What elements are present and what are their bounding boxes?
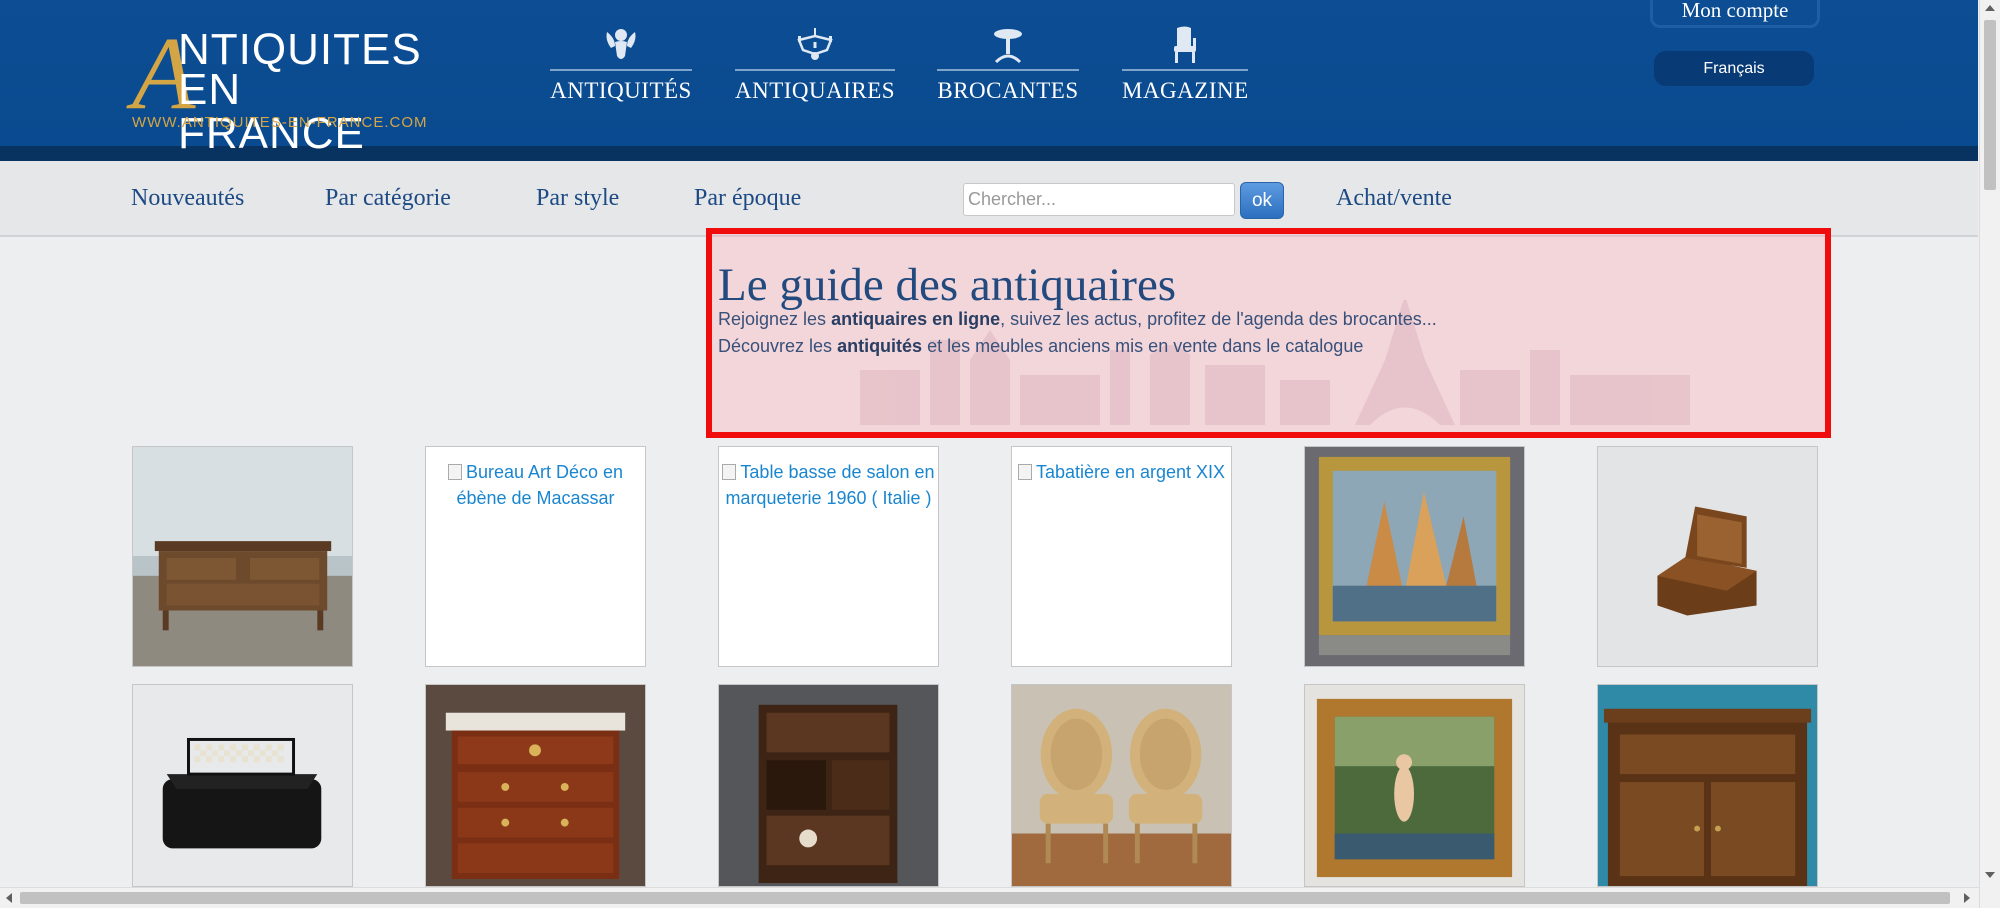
hero-text-line-2: Découvrez les antiquités et les meubles … bbox=[718, 336, 1364, 356]
nav-label: ANTIQUITÉS bbox=[550, 78, 692, 103]
nav-nouveautes[interactable]: Nouveautés bbox=[131, 185, 244, 212]
account-link[interactable]: Mon compte bbox=[1650, 0, 1820, 28]
checkered-box-image bbox=[133, 685, 352, 886]
product-tile[interactable] bbox=[1304, 446, 1525, 667]
broken-image-icon bbox=[1017, 464, 1032, 480]
scroll-right-icon[interactable] bbox=[1964, 893, 1970, 903]
framed-nude-painting-image bbox=[1305, 685, 1524, 886]
broken-image: Table basse de salon en marqueterie 1960… bbox=[721, 459, 936, 511]
vertical-scrollbar[interactable] bbox=[1979, 0, 2000, 908]
nav-label: MAGAZINE bbox=[1122, 78, 1249, 103]
pedestal-table-icon bbox=[994, 29, 1022, 64]
carved-sideboard-image bbox=[133, 447, 352, 666]
product-tile[interactable]: Bureau Art Déco en ébène de Macassar bbox=[425, 446, 646, 667]
product-tile[interactable] bbox=[718, 684, 939, 887]
asian-cabinet-image bbox=[719, 685, 938, 886]
site-header: A NTIQUITES EN FRANCE WWW.ANTIQUITES-EN-… bbox=[0, 0, 1978, 161]
product-tile[interactable] bbox=[1011, 684, 1232, 887]
scroll-up-icon[interactable] bbox=[1985, 5, 1995, 11]
product-tile[interactable] bbox=[1304, 684, 1525, 887]
broken-image-icon bbox=[447, 464, 462, 480]
vertical-scroll-thumb[interactable] bbox=[1984, 20, 1996, 190]
wooden-box-image bbox=[1598, 447, 1817, 666]
nav-magazine[interactable]: MAGAZINE bbox=[1122, 22, 1248, 112]
carved-cabinet-image bbox=[1598, 685, 1817, 886]
link-antiquaires-en-ligne[interactable]: antiquaires en ligne bbox=[831, 309, 1000, 329]
broken-image-icon bbox=[722, 464, 737, 480]
nav-brocantes[interactable]: BROCANTES bbox=[937, 22, 1079, 112]
product-tile[interactable]: Tabatière en argent XIX bbox=[1011, 446, 1232, 667]
product-tile[interactable] bbox=[132, 684, 353, 887]
nav-label: BROCANTES bbox=[937, 78, 1079, 103]
page-title: Le guide des antiquaires bbox=[718, 259, 1177, 311]
nav-label: ANTIQUAIRES bbox=[735, 78, 896, 103]
horizontal-scroll-thumb[interactable] bbox=[20, 892, 1950, 904]
chair-icon bbox=[1174, 26, 1196, 63]
broken-image: Tabatière en argent XIX bbox=[1014, 459, 1229, 485]
link-antiquites[interactable]: antiquités bbox=[837, 336, 922, 356]
site-logo[interactable]: A NTIQUITES EN FRANCE WWW.ANTIQUITES-EN-… bbox=[130, 22, 435, 156]
pair-of-armchairs-image bbox=[1012, 685, 1231, 886]
nav-par-style[interactable]: Par style bbox=[536, 185, 619, 212]
search-input[interactable] bbox=[963, 183, 1235, 216]
hero-text-line-1: Rejoignez les antiquaires en ligne, suiv… bbox=[718, 309, 1437, 329]
product-tile[interactable] bbox=[132, 446, 353, 667]
logo-url: WWW.ANTIQUITES-EN-FRANCE.COM bbox=[132, 114, 428, 131]
scroll-left-icon[interactable] bbox=[6, 893, 12, 903]
nav-par-epoque[interactable]: Par époque bbox=[694, 185, 801, 212]
broken-image: Bureau Art Déco en ébène de Macassar bbox=[428, 459, 643, 511]
marble-top-commode-image bbox=[426, 685, 645, 886]
product-tile[interactable] bbox=[425, 684, 646, 887]
language-selector[interactable]: Français bbox=[1654, 51, 1814, 86]
sailboat-painting-image bbox=[1305, 447, 1524, 666]
scroll-down-icon[interactable] bbox=[1985, 872, 1995, 878]
chandelier-icon bbox=[797, 28, 833, 60]
logo-line-2: EN FRANCE bbox=[178, 65, 365, 158]
secondary-nav: Nouveautés Par catégorie Par style Par é… bbox=[0, 161, 1978, 237]
product-tile[interactable]: Table basse de salon en marqueterie 1960… bbox=[718, 446, 939, 667]
nav-achat-vente[interactable]: Achat/vente bbox=[1336, 185, 1452, 212]
search-ok-button[interactable]: ok bbox=[1240, 182, 1284, 219]
horizontal-scrollbar[interactable] bbox=[0, 887, 1979, 908]
nav-antiquaires[interactable]: ANTIQUAIRES bbox=[735, 22, 895, 112]
product-tile[interactable] bbox=[1597, 446, 1818, 667]
nav-antiquites[interactable]: ANTIQUITÉS bbox=[550, 22, 692, 112]
cherub-icon bbox=[606, 29, 636, 59]
product-tile[interactable] bbox=[1597, 684, 1818, 887]
nav-par-categorie[interactable]: Par catégorie bbox=[325, 185, 451, 212]
